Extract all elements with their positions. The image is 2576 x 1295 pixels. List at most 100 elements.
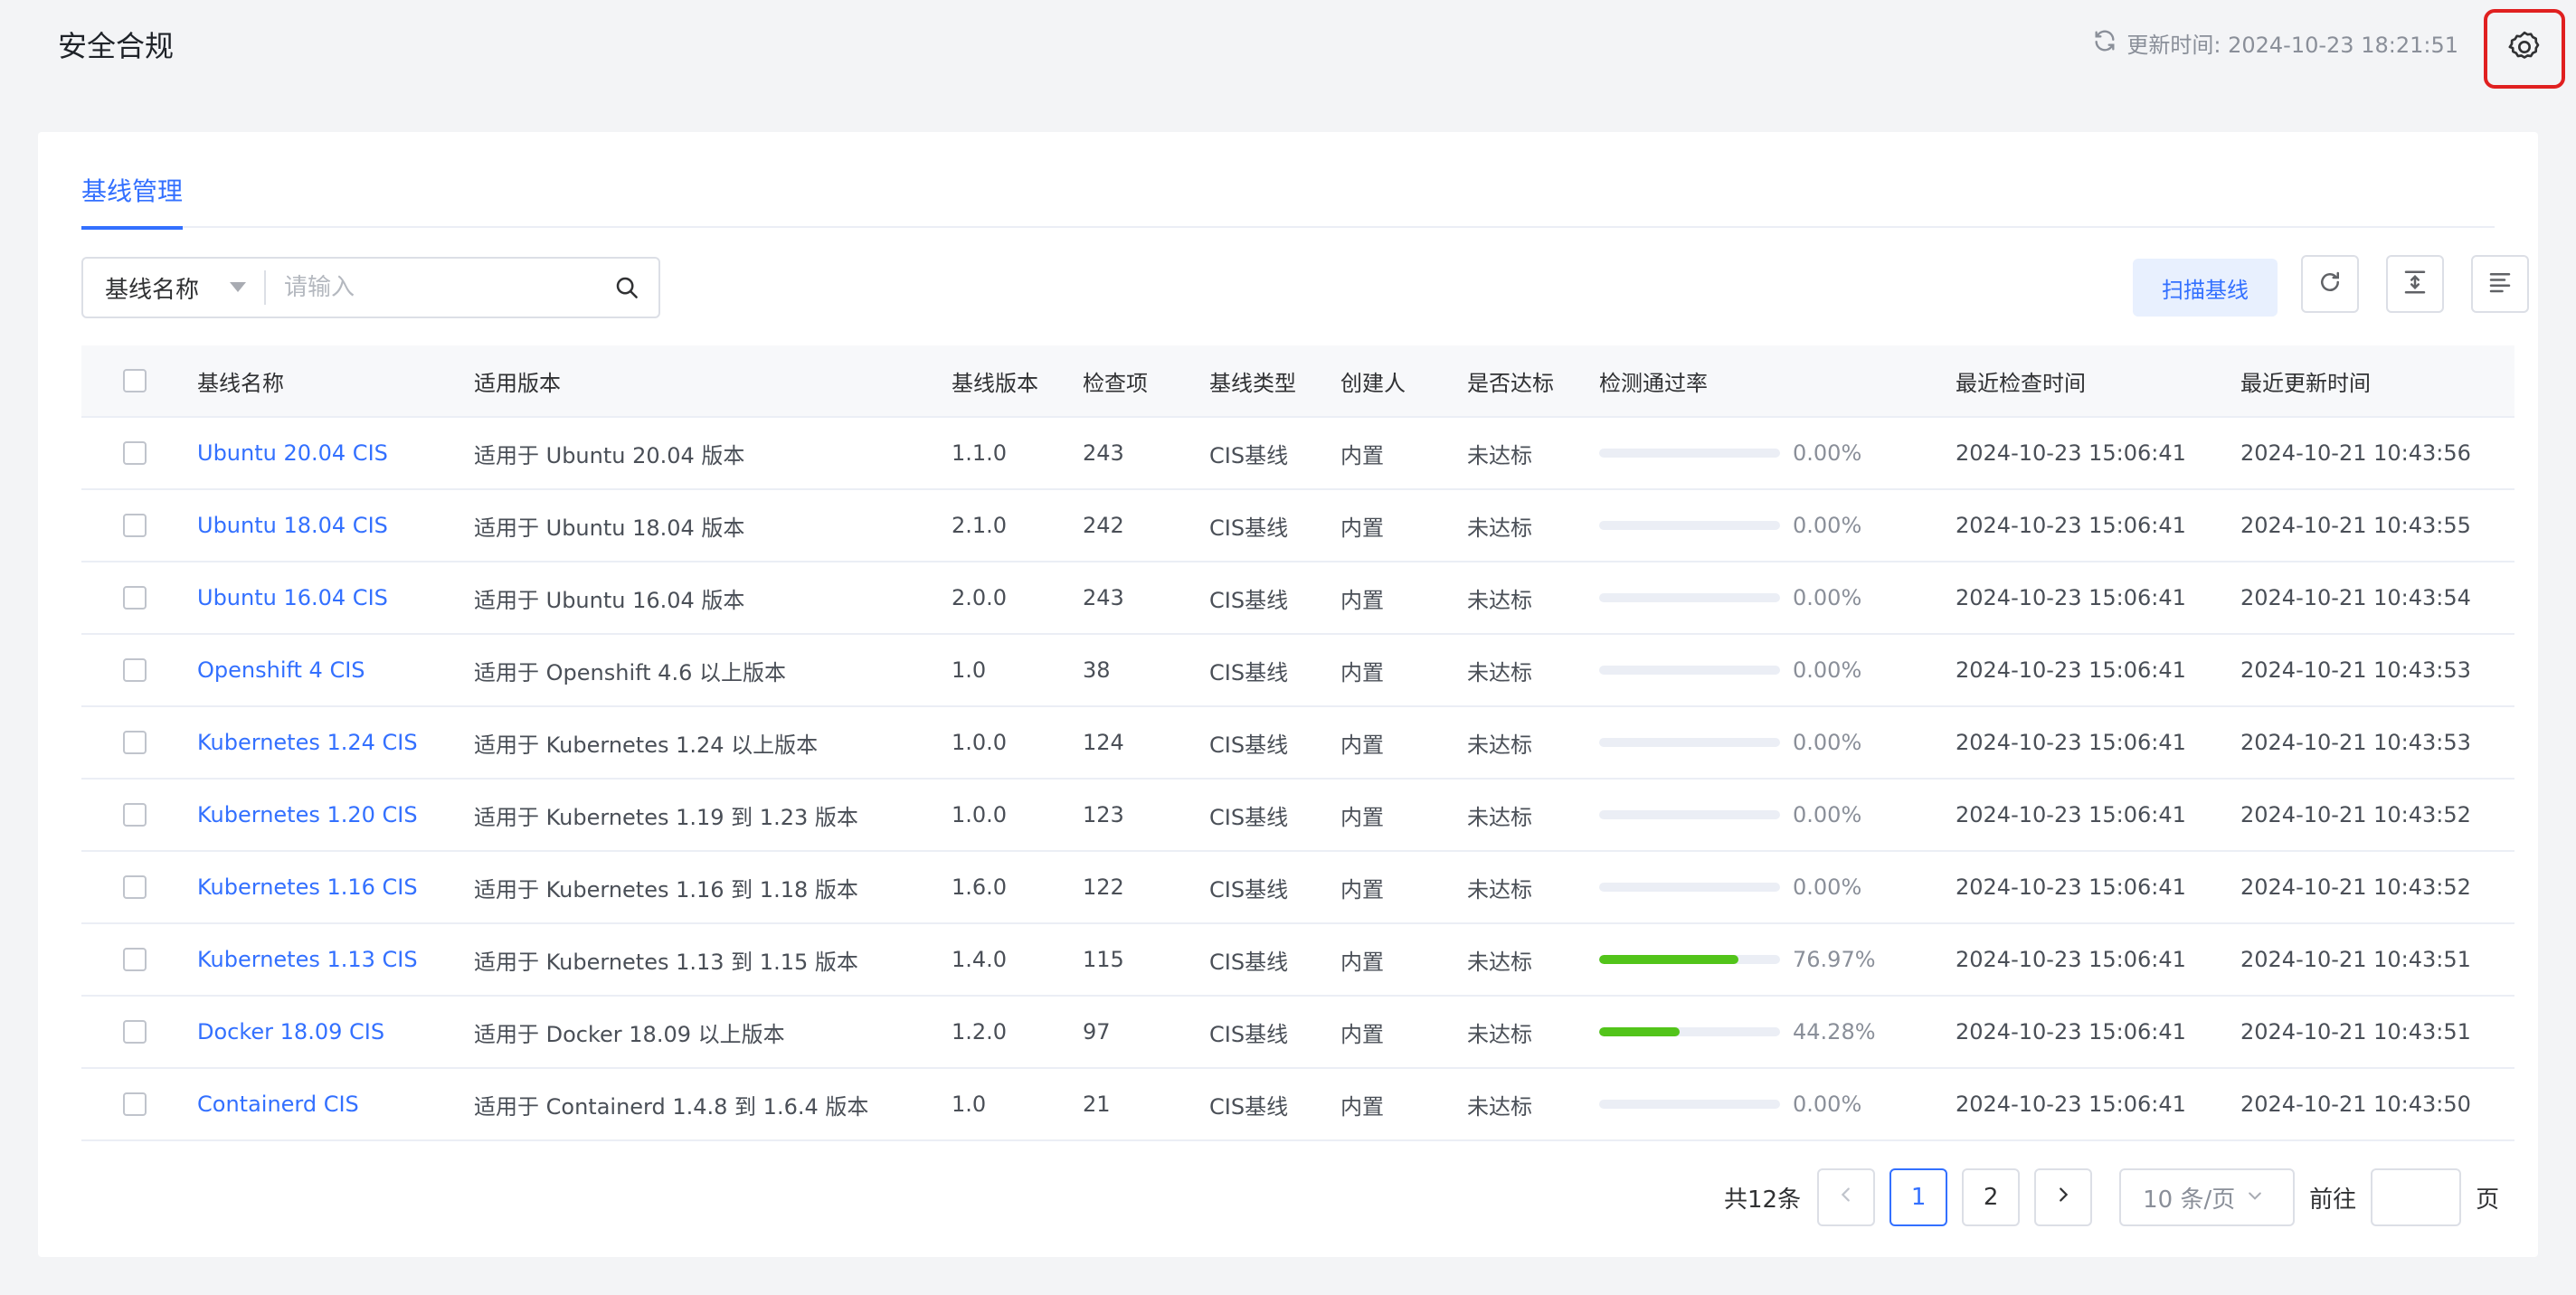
baseline-version: 1.0 — [952, 657, 987, 683]
compliance-status: 未达标 — [1467, 659, 1532, 685]
applicable-version: 适用于 Containerd 1.4.8 到 1.6.4 版本 — [474, 1093, 869, 1120]
pass-rate: 0.00% — [1599, 1092, 1956, 1117]
compliance-status: 未达标 — [1467, 442, 1532, 468]
page-2-button[interactable]: 2 — [1962, 1168, 2021, 1226]
last-check-time: 2024-10-23 15:06:41 — [1956, 874, 2186, 900]
baseline-type: CIS基线 — [1209, 442, 1289, 468]
pass-rate-text: 0.00% — [1793, 513, 1862, 538]
baseline-name-link[interactable]: Docker 18.09 CIS — [197, 1019, 474, 1045]
baseline-version: 1.1.0 — [952, 440, 1008, 466]
baseline-name-link[interactable]: Kubernetes 1.24 CIS — [197, 730, 474, 755]
table-row: Openshift 4 CIS 适用于 Openshift 4.6 以上版本 1… — [81, 635, 2514, 707]
density-button[interactable] — [2386, 255, 2444, 313]
check-items: 21 — [1083, 1092, 1111, 1117]
pass-rate-text: 0.00% — [1793, 730, 1862, 755]
creator: 内置 — [1340, 949, 1384, 975]
baseline-name-link[interactable]: Kubernetes 1.13 CIS — [197, 947, 474, 972]
progress-track — [1599, 521, 1780, 530]
applicable-version: 适用于 Kubernetes 1.19 到 1.23 版本 — [474, 804, 858, 830]
table-row: Kubernetes 1.24 CIS 适用于 Kubernetes 1.24 … — [81, 707, 2514, 780]
baseline-version: 1.0.0 — [952, 802, 1008, 827]
refresh-button[interactable] — [2301, 255, 2359, 313]
progress-track — [1599, 883, 1780, 892]
goto-label: 前往 — [2309, 1186, 2357, 1214]
check-items: 124 — [1083, 730, 1124, 755]
header-type: 基线类型 — [1209, 370, 1296, 396]
select-all-checkbox[interactable] — [123, 369, 147, 392]
settings-button[interactable] — [2484, 9, 2565, 89]
main-card: 基线管理 基线名称 扫描基线 — [38, 132, 2538, 1257]
page-size-select[interactable]: 10 条/页 — [2119, 1168, 2296, 1226]
caret-down-icon — [230, 282, 246, 292]
search-field-select[interactable]: 基线名称 — [83, 259, 264, 317]
baseline-type: CIS基线 — [1209, 587, 1289, 613]
baseline-version: 2.1.0 — [952, 513, 1008, 538]
baseline-type: CIS基线 — [1209, 1021, 1289, 1047]
baseline-version: 1.0.0 — [952, 730, 1008, 755]
baseline-name-link[interactable]: Ubuntu 20.04 CIS — [197, 440, 474, 466]
header-name[interactable]: 基线名称 — [197, 365, 474, 397]
baseline-name-link[interactable]: Kubernetes 1.20 CIS — [197, 802, 474, 827]
row-checkbox-cell — [81, 731, 197, 754]
last-update-time: 2024-10-21 10:43:51 — [2240, 947, 2471, 972]
row-checkbox[interactable] — [123, 948, 147, 971]
row-checkbox-cell — [81, 1020, 197, 1044]
progress-track — [1599, 1027, 1780, 1036]
baseline-version: 2.0.0 — [952, 585, 1008, 610]
pagination: 共12条 1 2 10 条/页 前往 页 — [1724, 1168, 2499, 1226]
last-check-time: 2024-10-23 15:06:41 — [1956, 440, 2186, 466]
next-page-button[interactable] — [2034, 1168, 2093, 1226]
pass-rate-text: 44.28% — [1793, 1019, 1876, 1045]
baseline-type: CIS基线 — [1209, 659, 1289, 685]
progress-track — [1599, 449, 1780, 458]
total-count: 共12条 — [1724, 1186, 1802, 1214]
progress-fill — [1599, 955, 1738, 964]
last-check-time: 2024-10-23 15:06:41 — [1956, 657, 2186, 683]
goto-page-input[interactable] — [2371, 1168, 2462, 1226]
scan-baseline-button[interactable]: 扫描基线 — [2133, 259, 2278, 317]
table-header: 基线名称 适用版本 基线版本 检查项 基线类型 创建人 是否达标 检测通过率 最… — [81, 345, 2514, 418]
baseline-name-link[interactable]: Kubernetes 1.16 CIS — [197, 874, 474, 900]
refresh-icon[interactable] — [2092, 28, 2117, 59]
last-check-time: 2024-10-23 15:06:41 — [1956, 1019, 2186, 1045]
applicable-version: 适用于 Ubuntu 18.04 版本 — [474, 515, 745, 541]
pass-rate: 76.97% — [1599, 947, 1956, 972]
baseline-name-link[interactable]: Ubuntu 16.04 CIS — [197, 585, 474, 610]
baseline-name-link[interactable]: Ubuntu 18.04 CIS — [197, 513, 474, 538]
last-check-time: 2024-10-23 15:06:41 — [1956, 513, 2186, 538]
row-checkbox[interactable] — [123, 803, 147, 827]
baseline-name-link[interactable]: Openshift 4 CIS — [197, 657, 474, 683]
row-checkbox[interactable] — [123, 731, 147, 754]
search-input[interactable] — [266, 259, 595, 317]
progress-track — [1599, 593, 1780, 602]
refresh-icon — [2316, 269, 2344, 299]
prev-page-button[interactable] — [1817, 1168, 1876, 1226]
check-items: 243 — [1083, 585, 1124, 610]
expand-icon — [2401, 269, 2429, 299]
row-checkbox[interactable] — [123, 658, 147, 682]
check-items: 115 — [1083, 947, 1124, 972]
last-check-time: 2024-10-23 15:06:41 — [1956, 1092, 2186, 1117]
columns-icon — [2486, 269, 2514, 299]
applicable-version: 适用于 Openshift 4.6 以上版本 — [474, 659, 786, 685]
gear-icon — [2506, 29, 2543, 69]
row-checkbox[interactable] — [123, 586, 147, 610]
creator: 内置 — [1340, 876, 1384, 903]
column-settings-button[interactable] — [2471, 255, 2529, 313]
tab-baseline-management[interactable]: 基线管理 — [81, 172, 184, 230]
header-version: 基线版本 — [952, 370, 1038, 396]
search-box: 基线名称 — [81, 257, 660, 318]
baseline-name-link[interactable]: Containerd CIS — [197, 1092, 474, 1117]
row-checkbox[interactable] — [123, 875, 147, 899]
compliance-status: 未达标 — [1467, 949, 1532, 975]
check-items: 123 — [1083, 802, 1124, 827]
page-1-button[interactable]: 1 — [1889, 1168, 1948, 1226]
row-checkbox[interactable] — [123, 514, 147, 537]
row-checkbox[interactable] — [123, 1092, 147, 1116]
page-header: 安全合规 更新时间: 2024-10-23 18:21:51 — [0, 0, 2576, 90]
row-checkbox[interactable] — [123, 1020, 147, 1044]
search-icon[interactable] — [595, 274, 658, 301]
baseline-type: CIS基线 — [1209, 515, 1289, 541]
row-checkbox[interactable] — [123, 441, 147, 465]
baseline-type: CIS基线 — [1209, 804, 1289, 830]
